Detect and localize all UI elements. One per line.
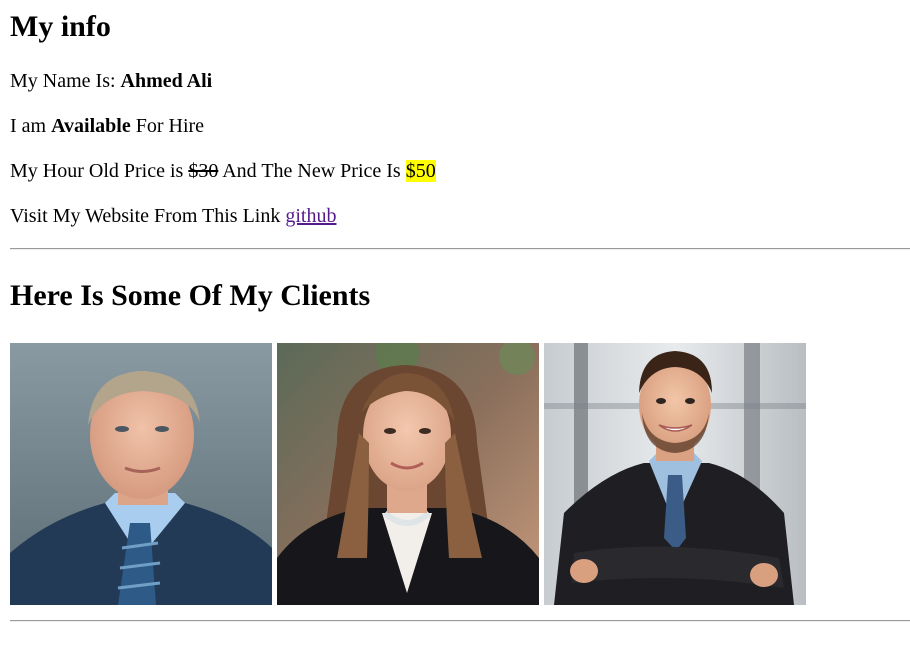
availability-prefix: I am [10,115,47,137]
divider-bottom [10,620,910,622]
availability-suffix: For Hire [135,115,205,137]
client-photo-1 [10,343,272,605]
client-photo-woman-black-blazer-icon [277,343,539,605]
github-link[interactable]: github [285,205,336,227]
client-photo-3 [544,343,806,605]
divider-top [10,248,910,250]
page: My info My Name Is: Ahmed Ali I am Avail… [0,0,910,664]
clients-heading: Here Is Some Of My Clients [10,279,371,312]
price-prefix: My Hour Old Price is [10,160,184,182]
new-price: $50 [405,160,436,182]
client-photo-man-black-suit-icon [544,343,806,605]
availability-line: I am Available For Hire [10,114,900,138]
old-price: $30 [188,160,219,182]
link-prefix: Visit My Website From This Link [10,205,281,227]
name-line: My Name Is: Ahmed Ali [10,69,900,93]
price-middle: And The New Price Is [222,160,401,182]
availability-value: Available [51,115,131,137]
name-value: Ahmed Ali [120,70,213,92]
clients-gallery [10,343,900,605]
my-info-heading: My info [10,10,111,43]
website-line: Visit My Website From This Link github [10,204,900,228]
price-line: My Hour Old Price is $30 And The New Pri… [10,159,900,183]
name-prefix: My Name Is: [10,70,116,92]
client-photo-2 [277,343,539,605]
client-photo-man-blue-suit-icon [10,343,272,605]
